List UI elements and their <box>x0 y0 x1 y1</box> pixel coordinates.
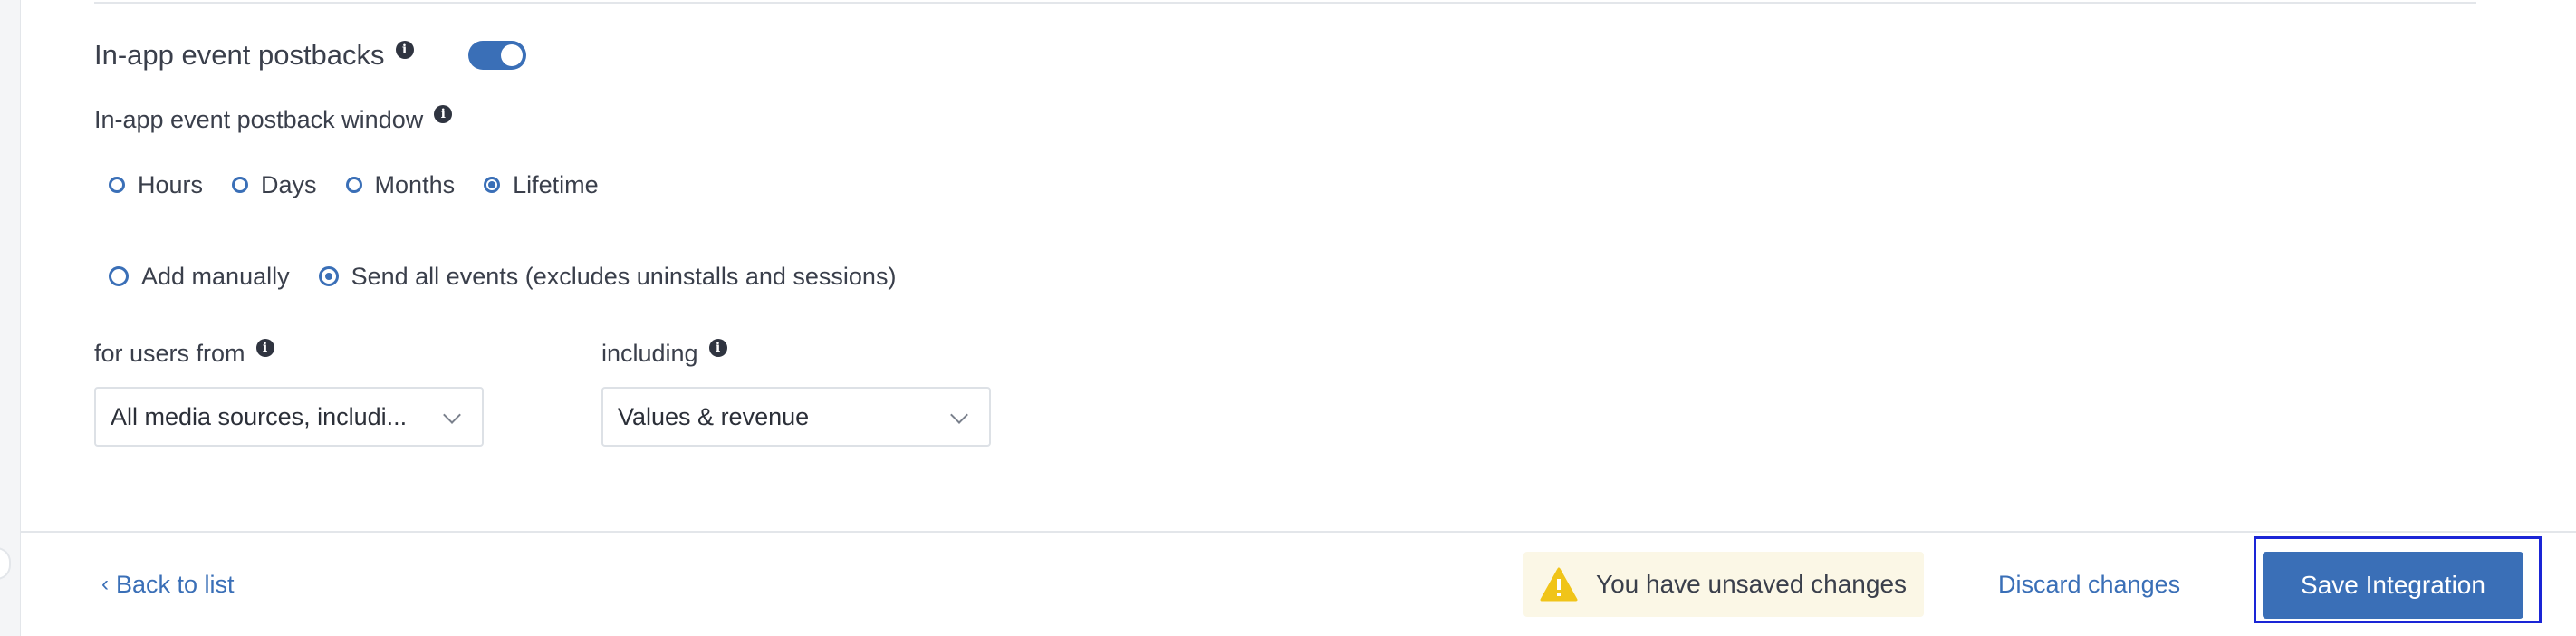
settings-card <box>20 0 2576 636</box>
including-label-row: including i <box>601 335 727 371</box>
info-icon[interactable]: i <box>708 339 727 357</box>
radio-label: Add manually <box>141 262 290 290</box>
users-from-value: All media sources, includi... <box>111 402 408 430</box>
unsaved-changes-warning: You have unsaved changes <box>1523 552 1924 617</box>
radio-label: Days <box>261 170 317 198</box>
radio-add-manually[interactable]: Add manually <box>109 263 290 291</box>
users-from-select[interactable]: All media sources, includi... <box>94 387 484 447</box>
including-select[interactable]: Values & revenue <box>601 387 991 447</box>
radio-label: Lifetime <box>513 170 599 198</box>
warning-icon <box>1540 567 1578 602</box>
postbacks-title: In-app event postbacks <box>94 39 385 71</box>
window-label: In-app event postback window <box>94 105 424 133</box>
save-integration-label: Save Integration <box>2301 571 2485 599</box>
radio-circle[interactable] <box>318 266 339 286</box>
discard-changes-label: Discard changes <box>1998 570 2181 598</box>
window-radio-group: Hours Days Months Lifetime <box>109 167 628 203</box>
integration-settings-page: In-app event postbacks i In-app event po… <box>0 0 2576 636</box>
info-icon[interactable]: i <box>395 41 414 59</box>
events-mode-radio-group: Add manually Send all events (excludes u… <box>109 257 925 295</box>
chevron-left-icon: ‹ <box>101 572 109 596</box>
warning-text: You have unsaved changes <box>1596 570 1908 598</box>
radio-lifetime[interactable]: Lifetime <box>484 171 599 199</box>
radio-days[interactable]: Days <box>232 171 317 199</box>
radio-send-all-events[interactable]: Send all events (excludes uninstalls and… <box>318 262 897 291</box>
radio-circle[interactable] <box>109 266 129 286</box>
footer-divider <box>20 531 2576 533</box>
save-integration-button[interactable]: Save Integration <box>2263 552 2523 619</box>
window-label-row: In-app event postback window i <box>94 101 453 138</box>
radio-circle[interactable] <box>484 177 501 193</box>
users-from-label-row: for users from i <box>94 335 274 371</box>
radio-label: Months <box>374 170 456 198</box>
discard-changes-link[interactable]: Discard changes <box>1998 566 2180 602</box>
postbacks-toggle[interactable] <box>467 41 526 70</box>
side-panel-handle[interactable] <box>0 547 11 580</box>
radio-circle[interactable] <box>345 177 362 193</box>
radio-months[interactable]: Months <box>345 170 456 199</box>
radio-label: Hours <box>138 170 204 198</box>
radio-circle[interactable] <box>109 177 125 193</box>
info-icon[interactable]: i <box>434 105 453 123</box>
toggle-knob <box>500 44 523 66</box>
radio-circle[interactable] <box>232 177 249 193</box>
back-to-list-label: Back to list <box>116 570 235 598</box>
including-label: including <box>601 339 698 367</box>
chevron-down-icon <box>443 406 461 424</box>
postbacks-row: In-app event postbacks i <box>94 36 526 74</box>
including-value: Values & revenue <box>618 402 810 430</box>
users-from-label: for users from <box>94 339 245 367</box>
info-icon[interactable]: i <box>255 339 274 357</box>
section-divider <box>94 2 2476 4</box>
radio-hours[interactable]: Hours <box>109 171 203 199</box>
radio-label: Send all events (excludes uninstalls and… <box>351 262 897 290</box>
chevron-down-icon <box>950 406 968 424</box>
back-to-list-link[interactable]: ‹ Back to list <box>101 566 235 602</box>
